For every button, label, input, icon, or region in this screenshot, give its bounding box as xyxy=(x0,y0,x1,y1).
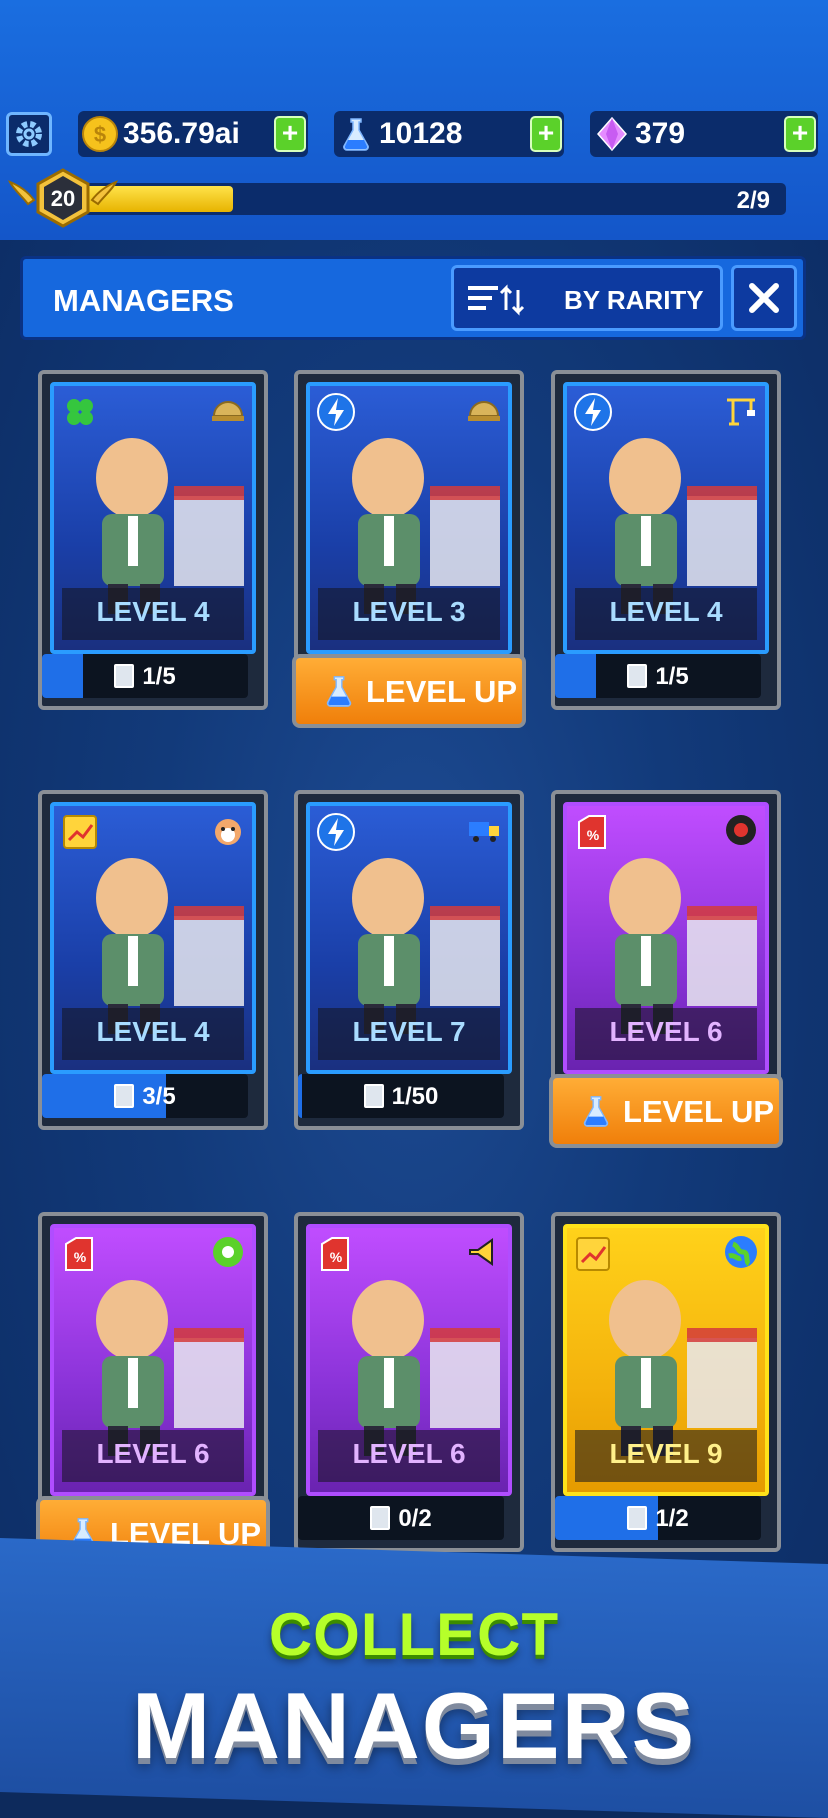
manager-portrait: LEVEL 4 xyxy=(50,802,256,1074)
add-coins-button[interactable]: + xyxy=(274,116,306,152)
globe-icon xyxy=(725,1236,757,1268)
manager-portrait: LEVEL 7 xyxy=(306,802,512,1074)
xp-progress-bar: 2/9 xyxy=(84,183,786,215)
tire-icon xyxy=(726,815,756,845)
svg-text:%: % xyxy=(330,1249,343,1265)
manager-level: LEVEL 7 xyxy=(352,1016,466,1047)
card-progress-bar: 0/2 xyxy=(298,1496,504,1540)
promo-line-1: COLLECT xyxy=(268,1601,560,1668)
gem-value: 379 xyxy=(635,117,686,150)
manager-portrait: LEVEL 4 xyxy=(50,382,256,654)
card-progress-bar: 1/2 xyxy=(555,1496,761,1540)
horn-icon xyxy=(469,1238,493,1266)
science-value: 10128 xyxy=(379,117,463,150)
helmet-icon xyxy=(212,401,244,421)
xp-progress-text: 2/9 xyxy=(736,187,770,214)
level-up-button[interactable]: LEVEL UP xyxy=(292,654,526,728)
discount-tag-icon: % xyxy=(321,1237,349,1271)
lightning-icon xyxy=(574,393,612,431)
card-progress-bar: 3/5 xyxy=(42,1074,248,1118)
manager-portrait: % LEVEL 6 xyxy=(306,1224,512,1496)
helmet-icon xyxy=(468,401,500,421)
close-icon xyxy=(749,283,779,313)
settings-button[interactable] xyxy=(6,112,52,156)
card-count-icon xyxy=(363,1084,384,1108)
manager-level: LEVEL 9 xyxy=(609,1438,723,1469)
close-button[interactable] xyxy=(731,265,797,331)
add-gems-button[interactable]: + xyxy=(784,116,816,152)
promo-line-2: MANAGERS xyxy=(131,1673,697,1778)
lightning-icon xyxy=(317,393,355,431)
card-progress-value: 0/2 xyxy=(398,1505,432,1532)
card-progress-text: 1/5 xyxy=(555,663,761,691)
manager-level: LEVEL 4 xyxy=(96,1016,210,1047)
manager-portrait: LEVEL 9 xyxy=(563,1224,769,1496)
svg-text:$: $ xyxy=(94,122,106,147)
gear-icon xyxy=(16,121,42,147)
manager-level: LEVEL 4 xyxy=(96,596,210,627)
manager-portrait: LEVEL 4 xyxy=(563,382,769,654)
manager-portrait: % LEVEL 6 xyxy=(563,802,769,1074)
flask-icon xyxy=(343,118,369,151)
card-progress-text: 1/50 xyxy=(298,1083,504,1111)
hamster-icon xyxy=(215,819,241,845)
card-count-icon xyxy=(627,664,648,688)
add-science-button[interactable]: + xyxy=(530,116,562,152)
discount-tag-icon: % xyxy=(65,1237,93,1271)
coin-icon: $ xyxy=(82,116,118,152)
player-level-badge: 20 xyxy=(6,166,120,230)
flask-icon xyxy=(583,1096,609,1127)
card-progress-value: 1/5 xyxy=(142,663,176,690)
page-title: MANAGERS xyxy=(53,283,234,318)
level-up-label: LEVEL UP xyxy=(623,1094,775,1129)
sort-button[interactable]: BY RARITY xyxy=(451,265,723,331)
card-count-icon xyxy=(627,1506,648,1530)
card-count-icon xyxy=(114,1084,135,1108)
sort-icon xyxy=(468,284,525,316)
manager-level: LEVEL 6 xyxy=(352,1438,466,1469)
manager-portrait: % LEVEL 6 xyxy=(50,1224,256,1496)
coin-value: 356.79ai xyxy=(123,117,240,150)
sort-label: BY RARITY xyxy=(564,285,704,315)
manager-level: LEVEL 4 xyxy=(609,596,723,627)
top-resource-bar: $ 356.79ai + 10128 + 379 + 2/9 20 xyxy=(0,0,828,240)
card-progress-bar: 1/5 xyxy=(42,654,248,698)
card-progress-text: 3/5 xyxy=(42,1083,248,1111)
manager-level: LEVEL 6 xyxy=(609,1016,723,1047)
discount-tag-icon: % xyxy=(578,815,606,849)
card-progress-value: 1/2 xyxy=(655,1505,689,1532)
level-up-button[interactable]: LEVEL UP xyxy=(549,1074,783,1148)
tape-icon xyxy=(213,1237,243,1267)
managers-header: MANAGERS BY RARITY xyxy=(20,256,806,340)
card-progress-bar: 1/50 xyxy=(298,1074,504,1118)
card-progress-value: 1/5 xyxy=(655,663,689,690)
level-up-label: LEVEL UP xyxy=(366,674,518,709)
card-progress-text: 1/2 xyxy=(555,1505,761,1533)
card-progress-value: 3/5 xyxy=(142,1083,176,1110)
svg-text:%: % xyxy=(74,1249,87,1265)
science-counter: 10128 + xyxy=(334,111,564,157)
gem-icon xyxy=(597,116,627,152)
svg-text:%: % xyxy=(587,827,600,843)
player-level: 20 xyxy=(50,186,76,211)
card-progress-value: 1/50 xyxy=(391,1083,439,1110)
manager-level: LEVEL 6 xyxy=(96,1438,210,1469)
chart-icon xyxy=(576,1237,610,1271)
coin-counter: $ 356.79ai + xyxy=(78,111,308,157)
lightning-icon xyxy=(317,813,355,851)
chart-icon xyxy=(63,815,97,849)
crane-icon xyxy=(727,398,755,426)
truck-icon xyxy=(469,822,499,842)
card-count-icon xyxy=(114,664,135,688)
manager-portrait: LEVEL 3 xyxy=(306,382,512,654)
card-progress-bar: 1/5 xyxy=(555,654,761,698)
card-progress-text: 0/2 xyxy=(298,1505,504,1533)
flask-icon xyxy=(326,676,352,707)
card-progress-text: 1/5 xyxy=(42,663,248,691)
manager-level: LEVEL 3 xyxy=(352,596,466,627)
gem-counter: 379 + xyxy=(590,111,818,157)
card-count-icon xyxy=(370,1506,391,1530)
clover-icon xyxy=(67,399,93,425)
